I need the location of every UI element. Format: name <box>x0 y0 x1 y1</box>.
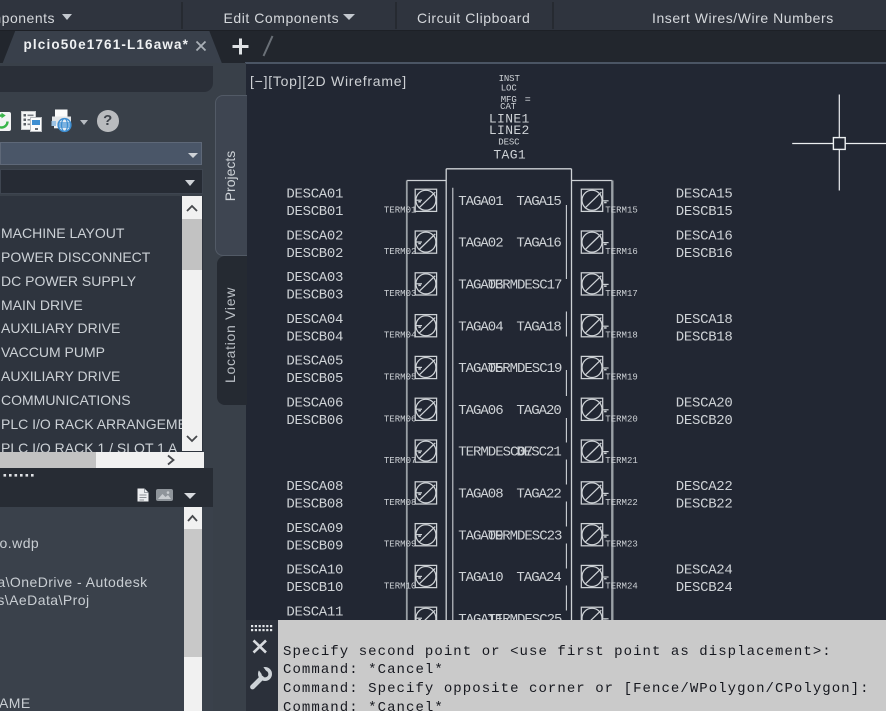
svg-text:DESCB04: DESCB04 <box>286 329 343 345</box>
svg-text:TERM19: TERM19 <box>605 373 638 383</box>
svg-text:TERM16: TERM16 <box>605 247 638 257</box>
svg-text:TAGA22: TAGA22 <box>516 487 561 503</box>
svg-text:DESCB08: DESCB08 <box>286 497 343 513</box>
svg-text:TERMDESC23: TERMDESC23 <box>487 528 562 544</box>
svg-text:DESCA06: DESCA06 <box>286 396 343 412</box>
svg-text:TERM10: TERM10 <box>384 582 417 592</box>
svg-text:TERM06: TERM06 <box>384 414 417 424</box>
svg-text:TERM24: TERM24 <box>605 582 638 592</box>
svg-text:TAGA16: TAGA16 <box>516 236 561 252</box>
svg-text:TAGA24: TAGA24 <box>516 570 561 586</box>
svg-text:DESCB01: DESCB01 <box>286 204 343 220</box>
svg-text:DESCB16: DESCB16 <box>676 246 733 262</box>
svg-text:DESCB05: DESCB05 <box>286 371 343 387</box>
svg-text:DESCA15: DESCA15 <box>676 187 733 203</box>
svg-text:TERM22: TERM22 <box>605 498 638 508</box>
svg-text:DESCB20: DESCB20 <box>676 413 733 429</box>
svg-text:LOC: LOC <box>501 84 518 94</box>
svg-text:DESCA01: DESCA01 <box>286 187 343 203</box>
svg-text:DESC21: DESC21 <box>516 445 561 461</box>
svg-text:DESCB24: DESCB24 <box>676 580 733 596</box>
svg-text:TAGA18: TAGA18 <box>516 319 561 335</box>
svg-text:TERM23: TERM23 <box>605 540 638 550</box>
svg-text:TERM02: TERM02 <box>384 247 417 257</box>
svg-text:TERM18: TERM18 <box>605 331 638 341</box>
svg-text:TERM21: TERM21 <box>605 456 638 466</box>
svg-text:TERM09: TERM09 <box>384 540 417 550</box>
svg-text:TAGA10: TAGA10 <box>458 570 503 586</box>
svg-text:LINE2: LINE2 <box>489 123 530 138</box>
svg-text:DESCA22: DESCA22 <box>676 479 733 495</box>
svg-text:DESCA04: DESCA04 <box>286 312 343 328</box>
svg-text:TERM08: TERM08 <box>384 498 417 508</box>
svg-text:TAG1: TAG1 <box>493 147 526 162</box>
svg-text:DESCB06: DESCB06 <box>286 413 343 429</box>
svg-text:DESCA10: DESCA10 <box>286 563 343 579</box>
svg-text:DESCA08: DESCA08 <box>286 479 343 495</box>
svg-text:TAGA20: TAGA20 <box>516 403 561 419</box>
svg-text:TAGA15: TAGA15 <box>516 194 561 210</box>
svg-text:TERMDESC19: TERMDESC19 <box>487 361 562 377</box>
svg-text:DESCB15: DESCB15 <box>676 204 733 220</box>
svg-text:TAGA01: TAGA01 <box>458 194 503 210</box>
svg-text:TERM17: TERM17 <box>605 289 638 299</box>
svg-text:TAGA06: TAGA06 <box>458 403 503 419</box>
svg-text:DESCA03: DESCA03 <box>286 270 343 286</box>
svg-text:DESCA11: DESCA11 <box>286 605 343 621</box>
svg-text:DESCB02: DESCB02 <box>286 246 343 262</box>
svg-text:=: = <box>525 95 531 106</box>
svg-text:TERMDESC17: TERMDESC17 <box>487 278 562 294</box>
svg-text:DESCA18: DESCA18 <box>676 312 733 328</box>
svg-text:TAGA04: TAGA04 <box>458 319 503 335</box>
svg-text:DESCA05: DESCA05 <box>286 354 343 370</box>
svg-text:DESCB03: DESCB03 <box>286 288 343 304</box>
svg-text:DESCA24: DESCA24 <box>676 563 733 579</box>
svg-text:TERM05: TERM05 <box>384 373 417 383</box>
svg-text:DESCB22: DESCB22 <box>676 497 733 513</box>
svg-text:DESCB10: DESCB10 <box>286 580 343 596</box>
svg-text:DESCA09: DESCA09 <box>286 521 343 537</box>
svg-text:DESCA02: DESCA02 <box>286 228 343 244</box>
svg-text:TERM03: TERM03 <box>384 289 417 299</box>
svg-text:DESCB09: DESCB09 <box>286 538 343 554</box>
svg-text:DESCA20: DESCA20 <box>676 396 733 412</box>
svg-text:DESCB18: DESCB18 <box>676 329 733 345</box>
svg-text:TERM04: TERM04 <box>384 331 417 341</box>
svg-text:TERM15: TERM15 <box>605 205 638 215</box>
svg-text:TERM01: TERM01 <box>384 205 417 215</box>
svg-text:DESCA16: DESCA16 <box>676 228 733 244</box>
svg-text:INST: INST <box>499 74 521 84</box>
svg-text:TERM07: TERM07 <box>384 456 417 466</box>
svg-text:TERM20: TERM20 <box>605 414 638 424</box>
svg-text:DESC: DESC <box>498 137 520 147</box>
svg-text:TAGA08: TAGA08 <box>458 487 503 503</box>
svg-text:TAGA02: TAGA02 <box>458 236 503 252</box>
